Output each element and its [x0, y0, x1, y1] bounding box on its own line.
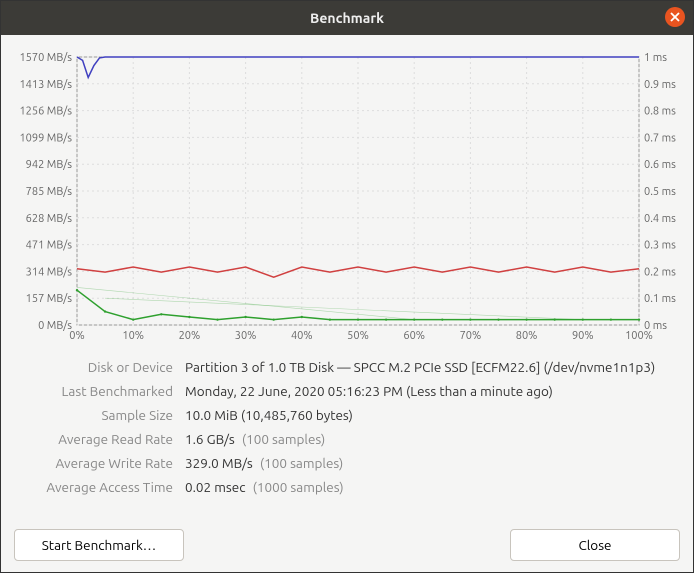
sample-size-value: 10.0 MiB (10,485,760 bytes) [185, 407, 353, 423]
svg-text:1256 MB/s: 1256 MB/s [19, 106, 72, 118]
write-value: 329.0 MB/s (100 samples) [185, 455, 343, 471]
svg-text:0.5 ms: 0.5 ms [644, 186, 676, 198]
svg-text:30%: 30% [235, 330, 257, 342]
svg-text:0.4 ms: 0.4 ms [644, 213, 676, 225]
svg-text:40%: 40% [291, 330, 313, 342]
svg-text:70%: 70% [460, 330, 482, 342]
svg-text:942 MB/s: 942 MB/s [26, 159, 73, 171]
disk-label: Disk or Device [15, 359, 185, 375]
read-label: Average Read Rate [15, 431, 185, 447]
svg-text:90%: 90% [572, 330, 594, 342]
write-value-sub: (100 samples) [260, 455, 343, 471]
svg-text:0%: 0% [69, 330, 84, 342]
benchmarked-label: Last Benchmarked [15, 383, 185, 399]
svg-text:0.6 ms: 0.6 ms [644, 159, 676, 171]
sample-size-label: Sample Size [15, 407, 185, 423]
benchmarked-value: Monday, 22 June, 2020 05:16:23 PM (Less … [185, 383, 553, 399]
svg-text:0.8 ms: 0.8 ms [644, 106, 676, 118]
svg-text:60%: 60% [403, 330, 425, 342]
svg-text:0.2 ms: 0.2 ms [644, 266, 676, 278]
svg-text:0.9 ms: 0.9 ms [644, 79, 676, 91]
svg-text:1099 MB/s: 1099 MB/s [19, 132, 72, 144]
read-value: 1.6 GB/s (100 samples) [185, 431, 325, 447]
svg-text:100%: 100% [625, 330, 653, 342]
svg-text:471 MB/s: 471 MB/s [26, 240, 73, 252]
window-title: Benchmark [310, 10, 384, 26]
svg-text:314 MB/s: 314 MB/s [26, 266, 73, 278]
access-label: Average Access Time [15, 479, 185, 495]
svg-text:80%: 80% [516, 330, 538, 342]
button-row: Start Benchmark… Close [14, 529, 680, 561]
start-benchmark-button[interactable]: Start Benchmark… [14, 529, 184, 561]
access-value-sub: (1000 samples) [253, 479, 344, 495]
read-value-main: 1.6 GB/s [185, 431, 235, 447]
benchmark-chart: 0 MB/s0 ms157 MB/s0.1 ms314 MB/s0.2 ms47… [15, 49, 681, 347]
svg-text:20%: 20% [179, 330, 201, 342]
content-area: 0 MB/s0 ms157 MB/s0.1 ms314 MB/s0.2 ms47… [1, 35, 693, 517]
svg-text:0.3 ms: 0.3 ms [644, 240, 676, 252]
titlebar: Benchmark [1, 1, 693, 35]
svg-text:10%: 10% [122, 330, 144, 342]
access-value: 0.02 msec (1000 samples) [185, 479, 344, 495]
svg-text:1 ms: 1 ms [644, 52, 667, 64]
write-value-main: 329.0 MB/s [185, 455, 253, 471]
close-icon[interactable] [665, 7, 685, 27]
svg-text:0.7 ms: 0.7 ms [644, 132, 676, 144]
write-label: Average Write Rate [15, 455, 185, 471]
disk-value: Partition 3 of 1.0 TB Disk — SPCC M.2 PC… [185, 359, 655, 375]
info-panel: Disk or Device Partition 3 of 1.0 TB Dis… [15, 359, 679, 495]
svg-text:785 MB/s: 785 MB/s [26, 186, 73, 198]
svg-text:0.1 ms: 0.1 ms [644, 293, 676, 305]
access-value-main: 0.02 msec [185, 479, 246, 495]
svg-text:157 MB/s: 157 MB/s [26, 293, 73, 305]
svg-text:0 MB/s: 0 MB/s [38, 320, 72, 332]
svg-text:50%: 50% [347, 330, 369, 342]
svg-text:628 MB/s: 628 MB/s [26, 213, 73, 225]
svg-text:1570 MB/s: 1570 MB/s [19, 52, 72, 64]
read-value-sub: (100 samples) [242, 431, 325, 447]
close-button[interactable]: Close [510, 529, 680, 561]
svg-text:1413 MB/s: 1413 MB/s [19, 79, 72, 91]
